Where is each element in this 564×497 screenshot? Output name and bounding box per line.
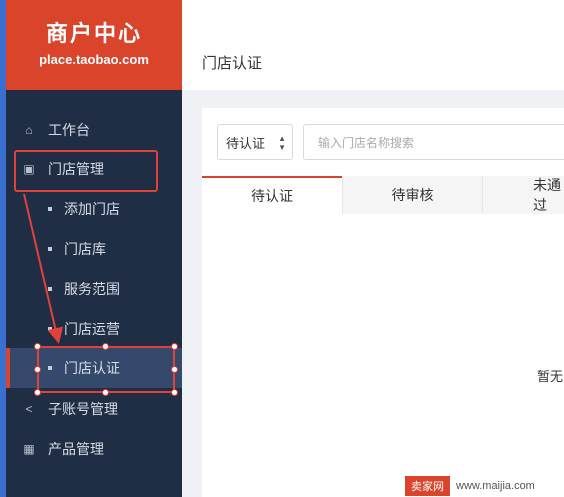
resize-handle <box>171 343 178 350</box>
sidebar-item-sub-accounts[interactable]: < 子账号管理 <box>6 394 182 424</box>
brand-subtitle: place.taobao.com <box>39 52 149 67</box>
status-select[interactable]: 待认证 ▲ ▼ <box>217 124 293 160</box>
tab-pending-review[interactable]: 待审核 <box>342 176 482 214</box>
search-input[interactable]: 输入门店名称搜索 <box>303 124 564 160</box>
resize-handle <box>34 343 41 350</box>
resize-handle <box>171 389 178 396</box>
brand-logo[interactable]: 商户中心 place.taobao.com <box>6 0 182 90</box>
brand-title: 商户中心 <box>45 21 142 46</box>
resize-handle <box>102 389 109 396</box>
sidebar-item-label: 子账号管理 <box>48 401 118 417</box>
sidebar-item-store-management[interactable]: ▣ 门店管理 <box>6 154 182 184</box>
tab-rejected[interactable]: 未通过 <box>482 176 564 214</box>
sidebar-item-add-store[interactable]: 添加门店 <box>6 194 182 224</box>
sidebar-item-label: 添加门店 <box>64 201 120 217</box>
active-indicator <box>6 348 10 388</box>
sidebar-item-workbench[interactable]: ⌂ 工作台 <box>6 115 182 145</box>
resize-handle <box>102 343 109 350</box>
bullet-icon <box>48 327 52 331</box>
sidebar-item-service-scope[interactable]: 服务范围 <box>6 274 182 304</box>
empty-state-text: 暂无 <box>537 369 564 384</box>
home-icon: ⌂ <box>25 123 33 137</box>
bullet-icon <box>48 287 52 291</box>
sidebar-item-store-operation[interactable]: 门店运营 <box>6 314 182 344</box>
bullet-icon <box>48 247 52 251</box>
status-select-value: 待认证 <box>226 135 266 151</box>
grid-icon: ▦ <box>23 442 35 456</box>
resize-handle <box>34 389 41 396</box>
sort-arrows-icon: ▲ ▼ <box>278 134 286 152</box>
watermark: 卖家网 www.maijia.com <box>403 474 564 497</box>
page-title: 门店认证 <box>202 55 263 72</box>
watermark-brand: 卖家网 <box>405 475 450 496</box>
sidebar-item-label: 门店库 <box>64 241 106 257</box>
content-panel <box>202 108 564 497</box>
tab-bar: 待认证 待审核 未通过 <box>202 176 564 214</box>
bullet-icon <box>48 207 52 211</box>
sidebar: ⌂ 工作台 ▣ 门店管理 添加门店 门店库 服务范围 门店运营 门店认证 < 子… <box>6 90 182 497</box>
watermark-url: www.maijia.com <box>456 479 535 492</box>
store-icon: ▣ <box>23 162 35 176</box>
share-icon: < <box>25 402 33 416</box>
sidebar-item-store-library[interactable]: 门店库 <box>6 234 182 264</box>
tab-label: 待审核 <box>391 187 434 203</box>
sidebar-item-product-management[interactable]: ▦ 产品管理 <box>6 434 182 464</box>
resize-handle <box>171 366 178 373</box>
tab-label: 未通过 <box>533 177 561 213</box>
sidebar-item-label: 服务范围 <box>64 281 120 297</box>
top-bar <box>182 0 564 90</box>
sidebar-item-label: 产品管理 <box>48 441 104 457</box>
bullet-icon <box>48 366 52 370</box>
sidebar-item-label: 门店运营 <box>64 321 120 337</box>
tab-label: 待认证 <box>251 188 293 204</box>
sidebar-item-label: 工作台 <box>48 122 90 138</box>
sidebar-item-label: 门店认证 <box>64 360 120 376</box>
search-placeholder: 输入门店名称搜索 <box>318 135 415 150</box>
tab-pending-certification[interactable]: 待认证 <box>202 176 342 214</box>
resize-handle <box>34 366 41 373</box>
sidebar-item-store-certification[interactable]: 门店认证 <box>6 348 182 388</box>
sidebar-item-label: 门店管理 <box>48 161 104 177</box>
